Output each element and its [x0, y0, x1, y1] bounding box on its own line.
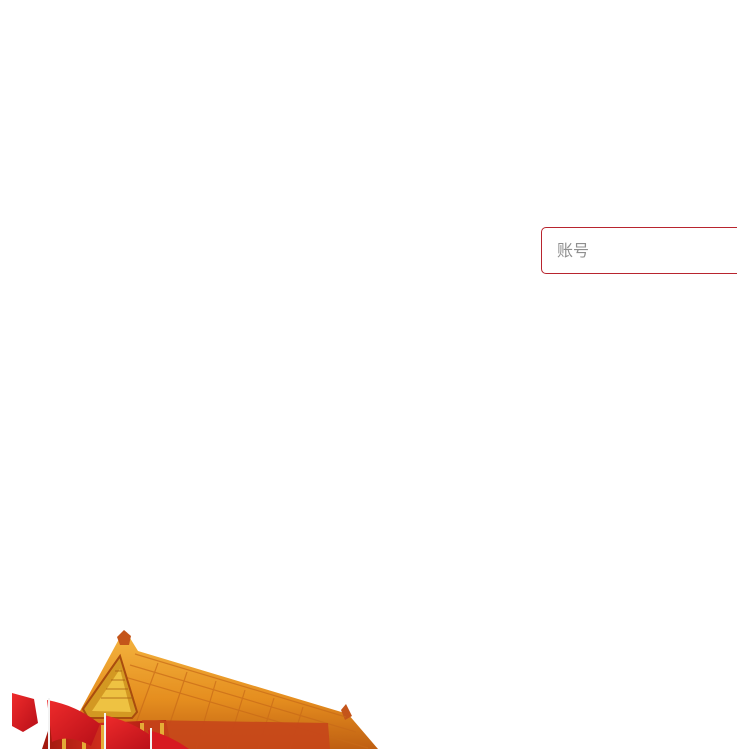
- account-field[interactable]: [541, 227, 737, 274]
- tiananmen-gate-icon: [12, 630, 378, 749]
- account-input[interactable]: [557, 241, 737, 260]
- login-page: [0, 0, 737, 749]
